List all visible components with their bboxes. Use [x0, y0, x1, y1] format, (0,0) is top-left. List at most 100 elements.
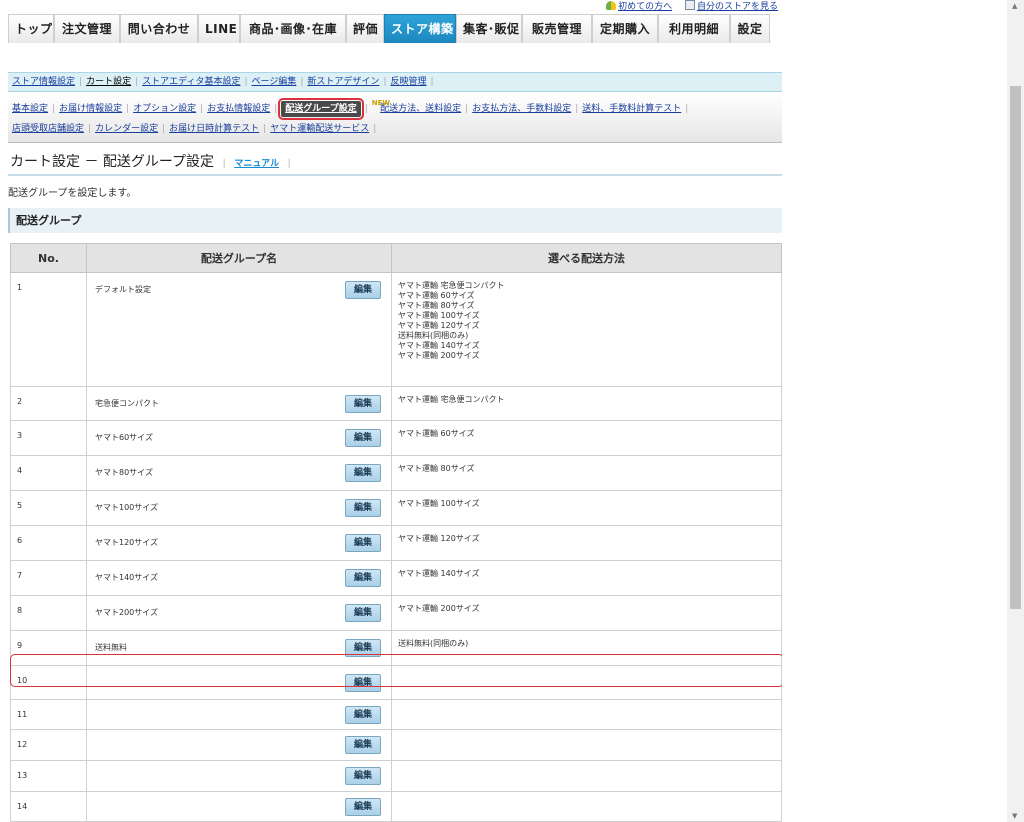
- group-name: ヤマト200サイズ: [95, 608, 159, 617]
- edit-button[interactable]: 編集: [345, 569, 381, 587]
- edit-button[interactable]: 編集: [345, 429, 381, 447]
- scrollbar-thumb[interactable]: [1010, 86, 1021, 609]
- tab-7[interactable]: 集客･販促: [456, 14, 522, 43]
- row-number: 11: [10, 699, 87, 730]
- page-title: カート設定 － 配送グループ設定 | マニュアル |: [8, 150, 782, 176]
- tab-6[interactable]: ストア構築: [384, 14, 456, 43]
- vertical-scrollbar[interactable]: ▲ ▼: [1007, 0, 1024, 822]
- line1-item-2[interactable]: オプション設定: [133, 104, 196, 114]
- group-name-cell: 編集: [86, 729, 392, 761]
- subnav1-item-1[interactable]: カート設定: [86, 77, 131, 87]
- edit-button[interactable]: 編集: [345, 639, 381, 657]
- group-name-cell: ヤマト60サイズ 編集: [86, 420, 392, 456]
- tab-11[interactable]: 設定: [730, 14, 770, 43]
- subnav1-item-3[interactable]: ページ編集: [252, 77, 297, 87]
- tab-9[interactable]: 定期購入: [592, 14, 658, 43]
- beginner-icon: [606, 1, 617, 10]
- line1-item-4[interactable]: 配送グループ設定: [278, 98, 364, 120]
- view-store-link[interactable]: 自分のストアを見る: [684, 0, 778, 12]
- table-row: 8 ヤマト200サイズ 編集 ヤマト運輸 200サイズ: [10, 595, 782, 631]
- method-item: ヤマト運輸 200サイズ: [398, 604, 480, 613]
- row-number: 12: [10, 729, 87, 761]
- sub-nav-secondary-line2: 店頭受取店舗設定 | カレンダー設定 | お届け日時計算テスト | ヤマト運輸配送サービス |: [12, 122, 380, 136]
- separator: |: [383, 77, 387, 87]
- edit-button[interactable]: 編集: [345, 674, 381, 692]
- method-item: ヤマト運輸 60サイズ: [398, 429, 475, 438]
- line2-item-2[interactable]: お届け日時計算テスト: [169, 124, 259, 134]
- main-nav: トップ 注文管理 問い合わせ LINE 商品･画像･在庫 評価 ストア構築 集客･販促 販売管理…: [8, 14, 782, 43]
- edit-button[interactable]: 編集: [345, 464, 381, 482]
- line1-item-5[interactable]: 配送方法、送料設定: [380, 104, 461, 114]
- methods-cell: ヤマト運輸 100サイズ: [391, 490, 782, 526]
- tab-0[interactable]: トップ: [8, 14, 54, 43]
- edit-button[interactable]: 編集: [345, 798, 381, 816]
- edit-button[interactable]: 編集: [345, 281, 381, 299]
- separator: |: [135, 77, 139, 87]
- main-nav-tabs: トップ 注文管理 問い合わせ LINE 商品･画像･在庫 評価 ストア構築 集客･販促 販売管理…: [8, 14, 782, 43]
- edit-button[interactable]: 編集: [345, 534, 381, 552]
- methods-cell: ヤマト運輸 宅急便コンパクト ヤマト運輸 60サイズ ヤマト運輸 80サイズ ヤマト運…: [391, 272, 782, 387]
- line2-item-0[interactable]: 店頭受取店舗設定: [12, 124, 84, 134]
- edit-button[interactable]: 編集: [345, 767, 381, 785]
- tab-8[interactable]: 販売管理: [522, 14, 592, 43]
- tab-2[interactable]: 問い合わせ: [120, 14, 198, 43]
- edit-button[interactable]: 編集: [345, 395, 381, 413]
- subnav1-item-0[interactable]: ストア情報設定: [12, 77, 75, 87]
- edit-button[interactable]: 編集: [345, 706, 381, 724]
- line2-item-3[interactable]: ヤマト運輸配送サービス: [270, 124, 369, 134]
- header-group-name: 配送グループ名: [86, 243, 392, 273]
- edit-button[interactable]: 編集: [345, 736, 381, 754]
- group-name: 宅急便コンパクト: [95, 399, 159, 408]
- group-name-cell: ヤマト100サイズ 編集: [86, 490, 392, 526]
- tab-4[interactable]: 商品･画像･在庫: [240, 14, 346, 43]
- edit-button[interactable]: 編集: [345, 604, 381, 622]
- tab-5[interactable]: 評価: [346, 14, 384, 43]
- method-item: ヤマト運輸 200サイズ: [398, 351, 480, 360]
- line2-item-1[interactable]: カレンダー設定: [95, 124, 158, 134]
- line1-item-6[interactable]: お支払方法、手数料設定: [472, 104, 571, 114]
- tab-3[interactable]: LINE: [198, 14, 240, 43]
- first-time-link[interactable]: 初めての方へ: [606, 1, 672, 12]
- line1-item-1[interactable]: お届け情報設定: [59, 104, 122, 114]
- edit-button[interactable]: 編集: [345, 499, 381, 517]
- method-item: ヤマト運輸 60サイズ: [398, 291, 475, 300]
- tab-10[interactable]: 利用明細: [658, 14, 730, 43]
- methods-cell: [391, 665, 782, 700]
- manual-link[interactable]: マニュアル: [234, 159, 279, 169]
- method-item: 送料無料(同梱のみ): [398, 639, 469, 648]
- scroll-up-icon[interactable]: ▲: [1012, 2, 1017, 10]
- new-badge: NEW: [371, 99, 391, 107]
- table-row: 9 送料無料 編集 送料無料(同梱のみ): [10, 630, 782, 666]
- line1-item-0[interactable]: 基本設定: [12, 104, 48, 114]
- separator: |: [575, 104, 579, 114]
- line1-item-7[interactable]: 送料、手数料計算テスト: [582, 104, 681, 114]
- group-name-cell: ヤマト80サイズ 編集: [86, 455, 392, 491]
- methods-cell: [391, 729, 782, 761]
- row-number: 9: [10, 630, 87, 666]
- separator: |: [364, 104, 368, 114]
- separator: |: [162, 124, 166, 134]
- group-name: 送料無料: [95, 643, 127, 652]
- separator: |: [88, 124, 92, 134]
- table-row: 11 編集: [10, 699, 782, 730]
- method-item: ヤマト運輸 80サイズ: [398, 301, 475, 310]
- scroll-down-icon[interactable]: ▼: [1012, 812, 1017, 820]
- line1-item-3[interactable]: お支払情報設定: [207, 104, 270, 114]
- table-row: 5 ヤマト100サイズ 編集 ヤマト運輸 100サイズ: [10, 490, 782, 526]
- sub-nav-primary: ストア情報設定 | カート設定 | ストアエディタ基本設定 | ページ編集 | 新ストアデザイン…: [8, 72, 782, 92]
- subnav1-item-4[interactable]: 新ストアデザイン: [307, 77, 379, 87]
- subnav1-item-5[interactable]: 反映管理: [390, 77, 426, 87]
- subnav1-item-2[interactable]: ストアエディタ基本設定: [142, 77, 240, 87]
- group-name-cell: 宅急便コンパクト 編集: [86, 386, 392, 421]
- group-name: ヤマト80サイズ: [95, 468, 153, 477]
- table-row: 10 編集: [10, 665, 782, 700]
- row-number: 4: [10, 455, 87, 491]
- methods-cell: ヤマト運輸 200サイズ: [391, 595, 782, 631]
- methods-cell: ヤマト運輸 140サイズ: [391, 560, 782, 596]
- row-number: 7: [10, 560, 87, 596]
- tab-1[interactable]: 注文管理: [54, 14, 120, 43]
- group-name-cell: 送料無料 編集: [86, 630, 392, 666]
- table-row: 12 編集: [10, 729, 782, 761]
- group-name-cell: ヤマト120サイズ 編集: [86, 525, 392, 561]
- method-item: ヤマト運輸 80サイズ: [398, 464, 475, 473]
